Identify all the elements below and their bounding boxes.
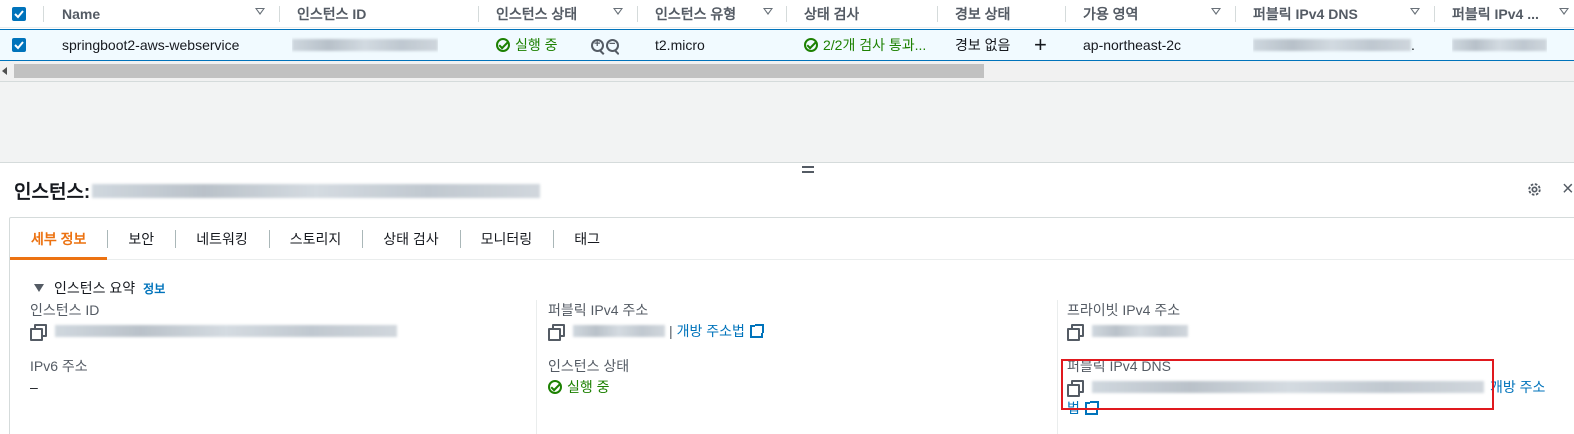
sort-icon[interactable] [255, 8, 265, 15]
details-column-1: 인스턴스 ID IPv6 주소 – [30, 300, 520, 400]
table-row[interactable]: springboot2-aws-webservice 실행 중 + − t2.m… [0, 29, 1574, 61]
highlight-box [1061, 359, 1494, 410]
tab-status-checks[interactable]: 상태 검사 [362, 218, 459, 259]
col-alarm-status[interactable]: 경보 상태 [955, 0, 1010, 27]
instance-state-text: 실행 중 [567, 379, 610, 395]
col-status-check[interactable]: 상태 검사 [804, 0, 859, 27]
tab-monitoring[interactable]: 모니터링 [459, 218, 554, 259]
add-alarm-icon[interactable]: + [1034, 30, 1047, 60]
zoom-controls: + − [591, 30, 619, 60]
col-public-dns[interactable]: 퍼블릭 IPv4 DNS [1253, 0, 1358, 27]
instance-state-value: 실행 중 [548, 374, 1038, 400]
col-instance-state[interactable]: 인스턴스 상태 [496, 0, 577, 27]
instance-summary-toggle[interactable]: 인스턴스 요약 정보 [34, 278, 165, 298]
ipv6-value: – [30, 379, 38, 395]
row-checkbox[interactable] [12, 38, 26, 52]
tab-storage[interactable]: 스토리지 [268, 218, 363, 259]
success-icon [804, 38, 818, 52]
row-zone: ap-northeast-2c [1083, 37, 1182, 53]
open-address-link[interactable]: 개방 주소법 [677, 321, 745, 341]
instance-id-label: 인스턴스 ID [30, 302, 100, 318]
summary-label: 인스턴스 요약 [54, 280, 136, 296]
col-instance-type[interactable]: 인스턴스 유형 [655, 0, 736, 27]
row-state-text: 실행 중 [515, 37, 558, 53]
sort-icon[interactable] [1211, 8, 1221, 15]
panel-title: 인스턴스: [14, 177, 541, 204]
tab-security[interactable]: 보안 [107, 218, 175, 259]
zoom-in-icon[interactable]: + [591, 38, 604, 52]
private-ipv4-value [1067, 318, 1567, 344]
instance-id-value [30, 318, 520, 344]
table-header: Name 인스턴스 ID 인스턴스 상태 인스턴스 유형 상태 검사 경보 상태… [0, 0, 1574, 28]
panel-title-prefix: 인스턴스: [14, 182, 91, 203]
empty-area [0, 82, 1574, 163]
scrollbar-thumb[interactable] [14, 64, 984, 78]
col-availability-zone[interactable]: 가용 영역 [1083, 0, 1138, 27]
row-state: 실행 중 [496, 30, 558, 60]
sort-icon[interactable] [763, 8, 773, 15]
panel-title-instance [92, 183, 541, 198]
tab-networking[interactable]: 네트워킹 [175, 218, 269, 259]
public-ipv4-value: | 개방 주소법 [548, 318, 1038, 344]
select-all-checkbox[interactable] [12, 7, 26, 21]
row-status-check-text: 2/2개 검사 통과... [823, 37, 927, 53]
row-name: springboot2-aws-webservice [62, 37, 240, 53]
row-type: t2.micro [655, 37, 705, 53]
public-ipv4-label: 퍼블릭 IPv4 주소 [548, 302, 649, 318]
row-public-dns: . [1253, 30, 1415, 60]
detail-tabs: 세부 정보 보안 네트워킹 스토리지 상태 검사 모니터링 태그 [10, 218, 1574, 260]
col-name[interactable]: Name [62, 0, 100, 27]
row-instance-id[interactable] [292, 30, 438, 60]
zoom-out-icon[interactable]: − [606, 38, 619, 52]
external-link-icon[interactable] [749, 323, 764, 338]
sort-icon[interactable] [613, 8, 623, 15]
instances-table: Name 인스턴스 ID 인스턴스 상태 인스턴스 유형 상태 검사 경보 상태… [0, 0, 1574, 82]
horizontal-scrollbar[interactable] [0, 61, 1574, 81]
success-icon [496, 38, 510, 52]
row-public-dns-suffix: . [1411, 37, 1415, 53]
private-ipv4-label: 프라이빗 IPv4 주소 [1067, 302, 1181, 318]
copy-icon[interactable] [30, 323, 47, 341]
caret-down-icon [34, 284, 44, 292]
instance-id-blurred [55, 325, 397, 337]
private-ipv4-blurred [1092, 325, 1188, 337]
copy-icon[interactable] [548, 323, 565, 341]
check-icon [14, 41, 24, 50]
col-public-ipv4[interactable]: 퍼블릭 IPv4 ... [1452, 0, 1539, 27]
tab-details[interactable]: 세부 정보 [10, 218, 108, 260]
tab-tags[interactable]: 태그 [553, 218, 621, 259]
check-icon [14, 10, 24, 19]
details-column-2: 퍼블릭 IPv4 주소 | 개방 주소법 인스턴스 상태 실행 중 [536, 300, 1038, 434]
separator: | [669, 323, 673, 339]
ipv6-label: IPv6 주소 [30, 358, 88, 374]
row-alarm: 경보 없음 [955, 37, 1011, 53]
copy-icon[interactable] [1067, 323, 1084, 341]
success-icon [548, 380, 562, 394]
info-link[interactable]: 정보 [143, 280, 165, 297]
instance-state-label: 인스턴스 상태 [548, 358, 630, 374]
gear-icon[interactable] [1526, 181, 1543, 198]
panel-divider [0, 162, 1574, 163]
public-ipv4-blurred [573, 325, 665, 337]
resize-handle-icon[interactable] [802, 166, 814, 176]
open-address-link[interactable]: 개방 주소 [1490, 377, 1545, 397]
close-icon[interactable]: × [1562, 179, 1574, 199]
row-public-ipv4 [1452, 30, 1547, 60]
col-instance-id[interactable]: 인스턴스 ID [297, 0, 366, 27]
scroll-left-icon[interactable] [2, 67, 7, 75]
sort-icon[interactable] [1559, 8, 1569, 15]
row-status-check[interactable]: 2/2개 검사 통과... [804, 30, 938, 60]
sort-icon[interactable] [1410, 8, 1420, 15]
